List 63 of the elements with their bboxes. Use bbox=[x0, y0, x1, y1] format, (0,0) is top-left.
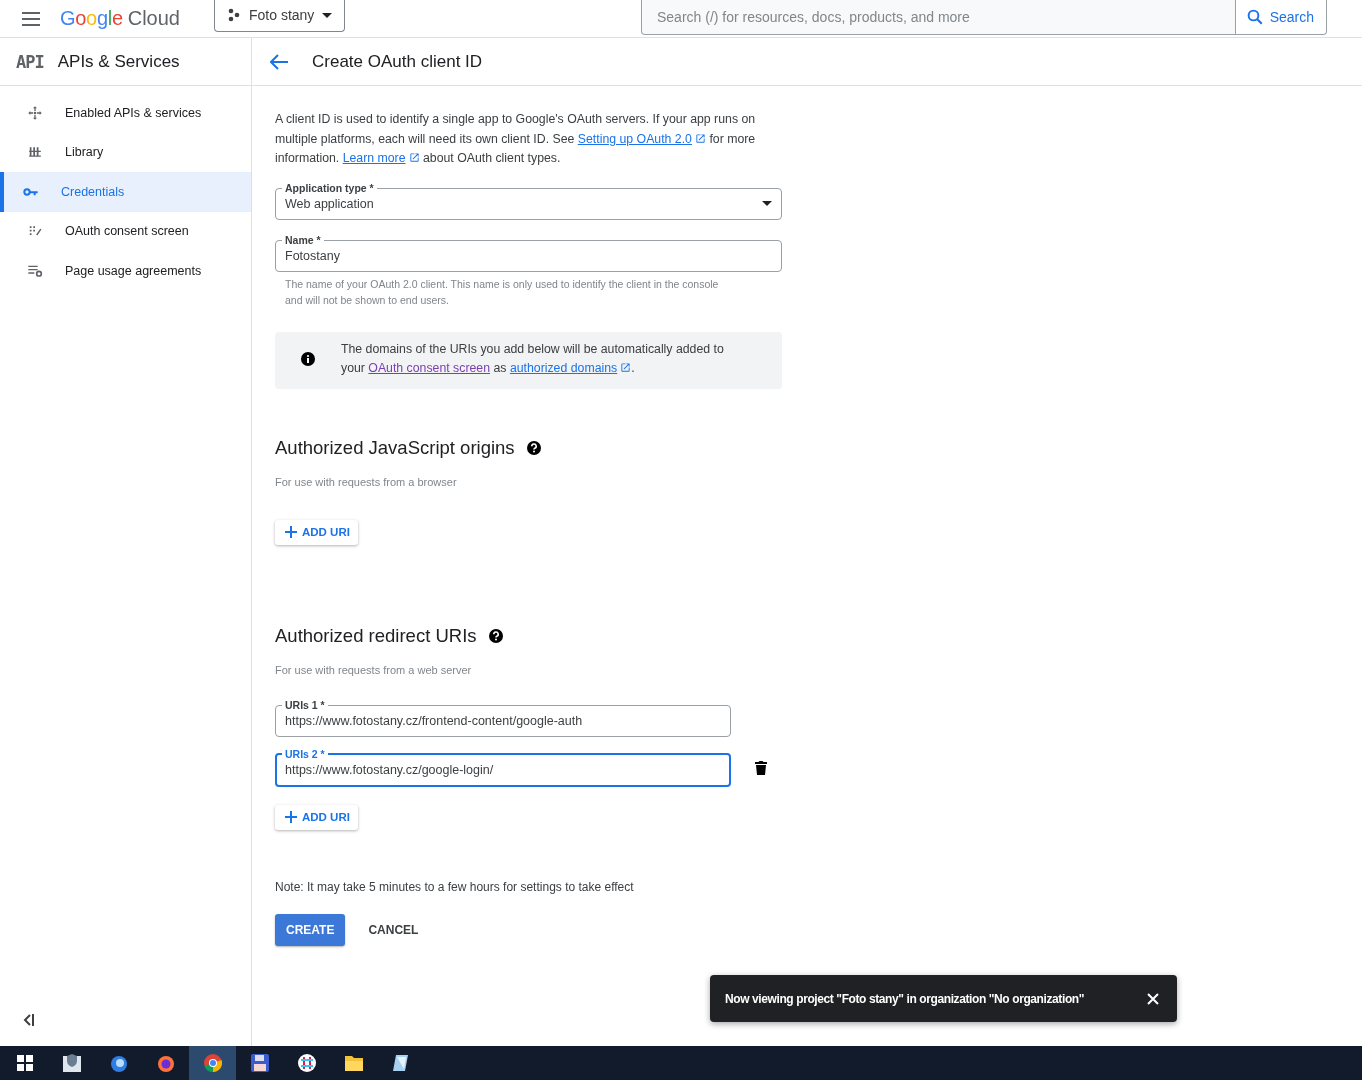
section-heading: Authorized redirect URIs bbox=[275, 624, 477, 647]
section-subtitle: For use with requests from a web server bbox=[275, 663, 473, 676]
hash-logo-icon bbox=[296, 1053, 317, 1073]
fox-browser-icon bbox=[155, 1053, 176, 1073]
list-settings-icon bbox=[27, 263, 43, 278]
info-icon bbox=[301, 352, 315, 366]
application-type-select[interactable]: Application type * Web application bbox=[275, 182, 782, 220]
folder-icon bbox=[343, 1054, 364, 1072]
project-dots-icon bbox=[227, 8, 241, 22]
link[interactable]: OAuth consent screen bbox=[368, 361, 491, 375]
note-text: Note: It may take 5 minutes to a few hours for settings to take effect bbox=[275, 879, 635, 894]
toast-message: Now viewing project "Foto stany" in organization "No organization" bbox=[725, 991, 1086, 1006]
brand-logo[interactable]: Google Cloud bbox=[60, 7, 180, 30]
info-text: The domains of the URIs you add below will be automatically added to your OAuth consent screen as authorized domains . bbox=[341, 340, 725, 377]
document-shield-icon bbox=[61, 1053, 82, 1073]
close-icon bbox=[1147, 992, 1159, 1005]
link[interactable]: authorized domains bbox=[509, 361, 632, 375]
add-uri-button[interactable]: ADD URI bbox=[275, 804, 358, 830]
plus-icon bbox=[285, 811, 297, 823]
api-logo: API bbox=[16, 51, 44, 72]
search-field[interactable]: Search (/) for resources, docs, products, and more Search bbox=[641, 0, 1327, 35]
delete-button[interactable] bbox=[755, 760, 767, 775]
section-heading: Authorized JavaScript origins bbox=[275, 436, 515, 459]
back-arrow-icon bbox=[270, 53, 288, 70]
section-subtitle: For use with requests from a browser bbox=[275, 475, 458, 488]
move-arrows-icon bbox=[27, 104, 43, 121]
close-button[interactable] bbox=[1147, 992, 1159, 1005]
create-button[interactable]: CREATE bbox=[275, 913, 346, 946]
add-uri-button[interactable]: ADD URI bbox=[275, 519, 358, 545]
sidebar-item[interactable]: Enabled APIs & services bbox=[0, 93, 251, 133]
uri-input-field[interactable]: URIs 2 * https://www.fotostany.cz/google-login/ bbox=[275, 748, 731, 787]
sidebar-item[interactable]: Credentials bbox=[0, 172, 251, 212]
plus-icon bbox=[285, 526, 297, 538]
sidebar-item[interactable]: Page usage agreements bbox=[0, 251, 251, 291]
windows-logo-icon bbox=[16, 1055, 33, 1071]
help-icon[interactable] bbox=[526, 440, 541, 455]
back-button[interactable] bbox=[270, 53, 288, 70]
sidebar-item[interactable]: OAuth consent screen bbox=[0, 211, 251, 251]
uri-input-field[interactable]: URIs 1 * https://www.fotostany.cz/frontend-content/google-auth bbox=[275, 699, 731, 737]
project-picker[interactable]: Foto stany bbox=[214, 0, 346, 32]
section-title: APIs & Services bbox=[57, 51, 180, 72]
link[interactable]: Setting up OAuth 2.0 bbox=[577, 131, 706, 146]
link[interactable]: Learn more bbox=[342, 151, 420, 165]
helper-text: The name of your OAuth 2.0 client. This name is only used to identify the client in the console and will not be shown to end users. bbox=[284, 276, 720, 308]
chrome-browser-icon bbox=[202, 1053, 223, 1073]
caret-icon bbox=[322, 12, 333, 18]
search-button[interactable]: Search bbox=[1234, 0, 1326, 34]
notepad-icon bbox=[390, 1053, 411, 1073]
collapse-icon bbox=[22, 1014, 36, 1026]
intro-paragraph: A client ID is used to identify a single app to Google's OAuth servers. If your app runs on multiple platforms, each will need its own client ID. See Setting up OAuth 2.0 for more information. Learn more about OAuth client types. bbox=[275, 111, 757, 167]
bird-icon bbox=[108, 1053, 129, 1073]
dropdown-caret-icon bbox=[762, 200, 772, 206]
help-icon[interactable] bbox=[488, 628, 503, 643]
name-input-field[interactable]: Name * Fotostany bbox=[275, 234, 782, 272]
library-icon bbox=[28, 145, 42, 160]
trash-icon bbox=[755, 760, 767, 775]
menu-button[interactable] bbox=[22, 11, 40, 26]
search-icon bbox=[1245, 8, 1264, 26]
menu-icon bbox=[22, 11, 40, 26]
key-icon bbox=[23, 185, 39, 198]
page-title: Create OAuth client ID bbox=[312, 51, 483, 72]
sidebar-item[interactable]: Library bbox=[0, 132, 251, 172]
cancel-button[interactable]: CANCEL bbox=[357, 913, 430, 946]
